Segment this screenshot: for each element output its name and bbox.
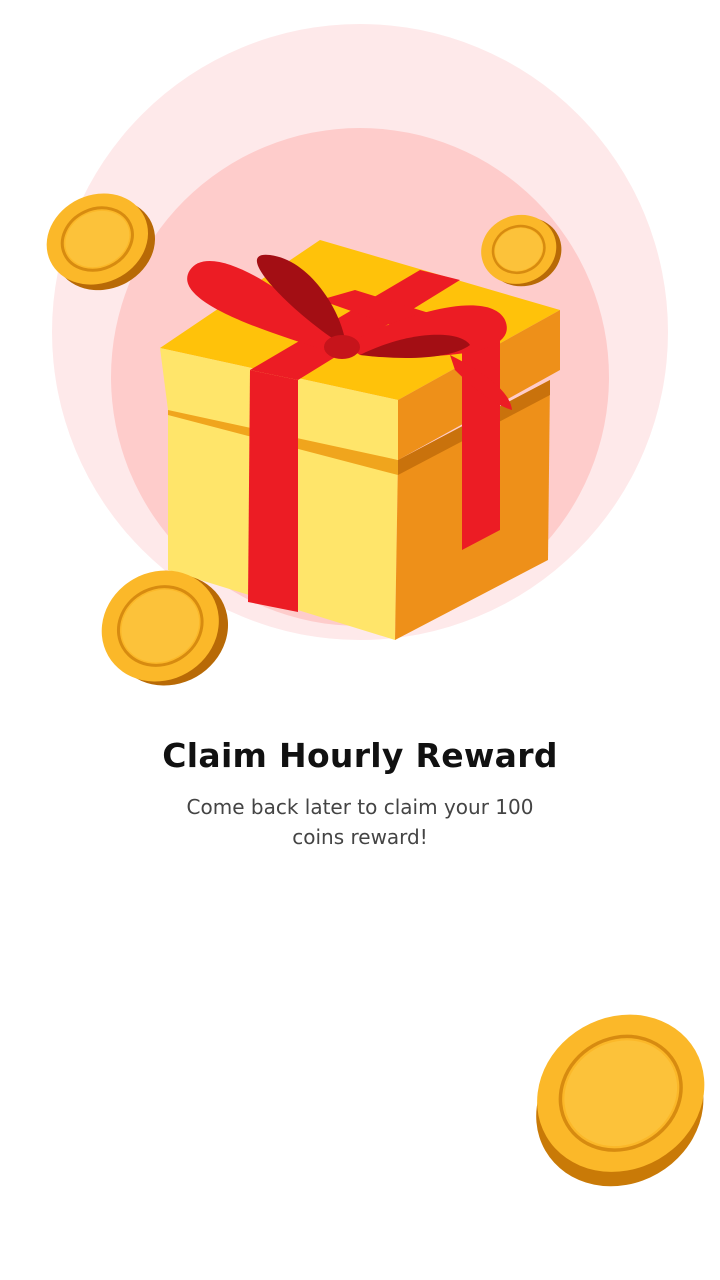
reward-message: Come back later to claim your 100 coins …: [186, 795, 534, 849]
reward-title: Claim Hourly Reward: [162, 736, 558, 775]
coin-icon: [536, 1014, 705, 1187]
coin-icon: [46, 193, 156, 291]
coin-icon: [101, 570, 229, 686]
